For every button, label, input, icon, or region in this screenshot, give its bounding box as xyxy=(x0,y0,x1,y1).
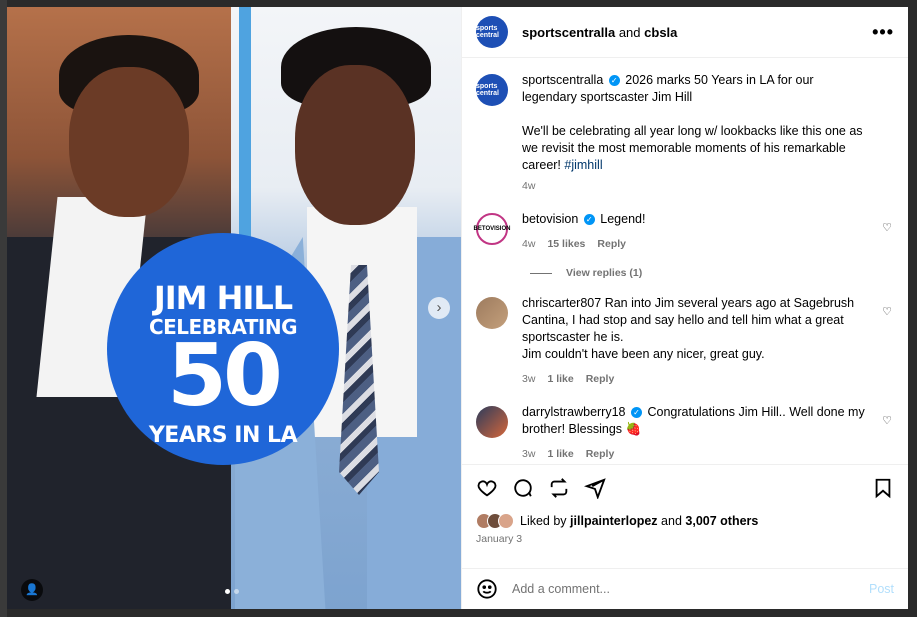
celebration-badge: JIM HILL CELEBRATING 50 YEARS IN LA xyxy=(107,233,339,465)
badge-line4: YEARS IN LA xyxy=(148,423,298,448)
comment-username[interactable]: chriscarter807 xyxy=(522,296,601,310)
verified-badge-icon: ✓ xyxy=(608,75,620,87)
collaborator-username[interactable]: cbsla xyxy=(644,25,677,40)
comment-body: betovision ✓ Legend! 4w 15 likes Reply xyxy=(522,211,894,253)
comment-heart-icon[interactable]: ♡ xyxy=(882,221,892,234)
comment-icon[interactable] xyxy=(512,477,534,499)
likes-count[interactable]: 3,007 others xyxy=(685,514,758,528)
post-actions: Liked by jillpainterlopez and 3,007 othe… xyxy=(462,464,908,568)
comment-time: 3w xyxy=(522,448,536,460)
comment-input[interactable] xyxy=(512,582,869,596)
next-slide-chevron-icon[interactable]: › xyxy=(428,297,450,319)
comment-likes[interactable]: 1 like xyxy=(547,446,573,463)
post-date: January 3 xyxy=(476,533,523,545)
verified-badge-icon: ✓ xyxy=(583,214,595,226)
reply-button[interactable]: Reply xyxy=(597,236,626,253)
caption-time: 4w xyxy=(522,180,536,192)
comment: chriscarter807 Ran into Jim several year… xyxy=(476,295,894,388)
comment-time: 3w xyxy=(522,373,536,385)
heart-icon[interactable] xyxy=(476,477,498,499)
post-modal: JIM HILL CELEBRATING 50 YEARS IN LA › 👤 … xyxy=(7,7,908,609)
comment-heart-icon[interactable]: ♡ xyxy=(882,414,892,427)
comments-list[interactable]: sports central sportscentralla ✓ 2026 ma… xyxy=(462,58,908,464)
repost-icon[interactable] xyxy=(548,477,570,499)
post-media[interactable]: JIM HILL CELEBRATING 50 YEARS IN LA › 👤 xyxy=(7,7,461,609)
comment-body: darrylstrawberry18 ✓ Congratulations Jim… xyxy=(522,404,894,463)
comment-text: Legend! xyxy=(600,212,646,226)
liker-username[interactable]: jillpainterlopez xyxy=(570,514,658,528)
verified-badge-icon: ✓ xyxy=(631,407,642,419)
commenter-avatar[interactable] xyxy=(476,297,508,329)
comment-composer: Post xyxy=(462,568,908,609)
likes-and: and xyxy=(661,514,682,528)
caption-body: sportscentralla ✓ 2026 marks 50 Years in… xyxy=(522,72,894,195)
comment: darrylstrawberry18 ✓ Congratulations Jim… xyxy=(476,404,894,463)
reply-button[interactable]: Reply xyxy=(586,371,615,388)
liker-avatar xyxy=(498,513,514,529)
liker-avatars[interactable] xyxy=(476,513,514,529)
post-authors: sportscentralla and cbsla xyxy=(522,25,677,40)
comment-text-2: Jim couldn't have been any nicer, great … xyxy=(522,347,765,361)
comment-heart-icon[interactable]: ♡ xyxy=(882,305,892,318)
badge-line3: 50 xyxy=(167,326,283,426)
comment: BETOVISION betovision ✓ Legend! 4w 15 li… xyxy=(474,211,894,253)
comment-username[interactable]: betovision xyxy=(522,212,578,226)
emoji-icon[interactable] xyxy=(476,578,498,600)
hashtag-link[interactable]: #jimhill xyxy=(564,158,602,172)
post-header: sports central sportscentralla and cbsla… xyxy=(462,7,908,58)
share-icon[interactable] xyxy=(584,477,606,499)
face-right xyxy=(295,65,415,225)
carousel-dot xyxy=(234,589,239,594)
caption-username[interactable]: sportscentralla xyxy=(522,73,603,87)
bookmark-icon[interactable] xyxy=(872,477,894,499)
action-icons xyxy=(476,477,894,499)
author-avatar[interactable]: sports central xyxy=(476,16,508,48)
more-options-icon[interactable]: ••• xyxy=(872,22,894,43)
replies-divider xyxy=(530,272,552,274)
comment-likes[interactable]: 15 likes xyxy=(547,236,585,253)
post-comment-button[interactable]: Post xyxy=(869,582,894,596)
likes-prefix: Liked by xyxy=(520,514,567,528)
authors-connector: and xyxy=(618,24,641,40)
carousel-dot-active xyxy=(225,589,230,594)
caption-avatar[interactable]: sports central xyxy=(476,74,508,106)
comment-username[interactable]: darrylstrawberry18 xyxy=(522,405,626,419)
comment-time: 4w xyxy=(522,238,536,250)
face-left xyxy=(69,67,189,217)
view-replies-label: View replies (1) xyxy=(566,267,643,279)
likes-summary: Liked by jillpainterlopez and 3,007 othe… xyxy=(476,513,894,529)
reply-button[interactable]: Reply xyxy=(586,446,615,463)
author-username[interactable]: sportscentralla xyxy=(522,25,615,40)
comment-body: chriscarter807 Ran into Jim several year… xyxy=(522,295,894,388)
comment-likes[interactable]: 1 like xyxy=(547,371,573,388)
commenter-avatar[interactable] xyxy=(476,406,508,438)
badge-line1: JIM HILL xyxy=(153,279,293,317)
user-tag-icon[interactable]: 👤 xyxy=(21,579,43,601)
background-overlay xyxy=(0,0,7,617)
carousel-dots xyxy=(225,589,239,594)
commenter-avatar[interactable]: BETOVISION xyxy=(474,213,510,245)
view-replies-button[interactable]: View replies (1) xyxy=(530,267,894,279)
post-sidebar: sports central sportscentralla and cbsla… xyxy=(461,7,908,609)
caption: sports central sportscentralla ✓ 2026 ma… xyxy=(476,72,894,195)
